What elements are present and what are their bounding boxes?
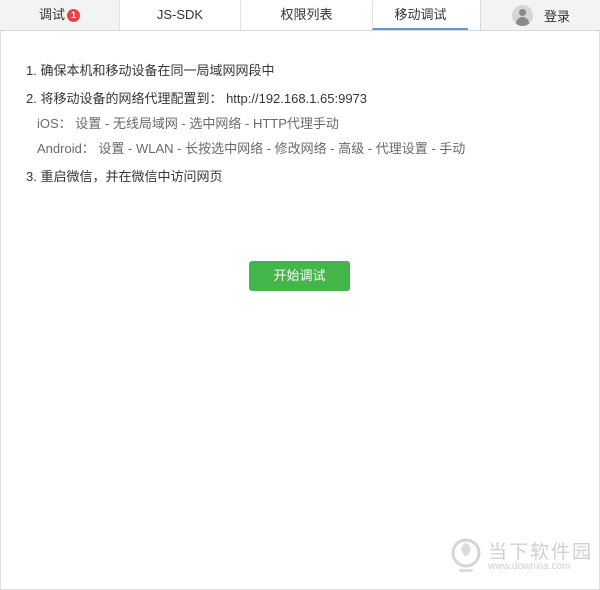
tab-js-sdk-label: JS-SDK [156,7,204,22]
step-2-ios: iOS： 设置 - 无线局域网 - 选中网络 - HTTP代理手动 [37,116,339,131]
start-debug-button[interactable]: 开始调试 [249,261,350,291]
tab-debug-label: 调试 [38,7,65,22]
tab-mobile-debug[interactable]: 移动调试 [372,0,468,30]
tab-permissions[interactable]: 权限列表 [240,0,372,30]
watermark-title: 当下软件园 [488,542,594,563]
step-3: 3. 重启微信，并在微信中访问网页 [26,169,223,184]
login-button[interactable]: 登录 [480,0,600,30]
tab-debug[interactable]: 调试 1 [0,0,119,30]
tab-mobile-debug-label: 移动调试 [394,7,447,22]
step-2-android: Android： 设置 - WLAN - 长按选中网络 - 修改网络 - 高级 … [37,141,466,156]
step-2: 2. 将移动设备的网络代理配置到： http://192.168.1.65:99… [26,91,368,106]
tab-js-sdk[interactable]: JS-SDK [119,0,240,30]
tab-spacer [468,0,480,30]
user-avatar-icon [512,4,533,26]
watermark-logo-icon [451,538,481,572]
notification-badge: 1 [67,9,80,22]
login-label: 登录 [544,8,571,24]
step-1: 1. 确保本机和移动设备在同一局域网网段中 [26,63,275,78]
watermark-url: www.downxia.com [488,561,571,572]
tab-permissions-label: 权限列表 [280,7,333,22]
